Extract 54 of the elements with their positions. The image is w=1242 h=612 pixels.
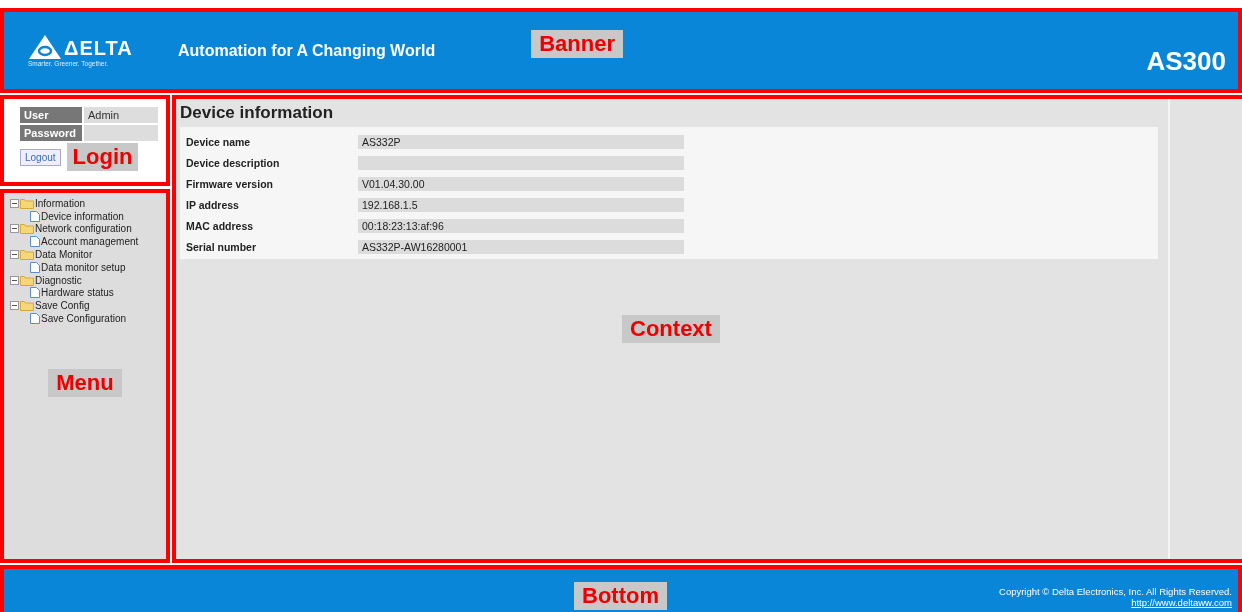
- input-field[interactable]: V01.04.30.00: [358, 176, 684, 191]
- field-label: MAC address: [186, 219, 255, 232]
- triangle-logo-icon: [28, 34, 62, 60]
- field-label: User: [20, 107, 82, 123]
- field-label: Firmware version: [186, 177, 274, 190]
- annotation-label: Banner: [531, 29, 623, 58]
- input-field[interactable]: AS332P: [358, 134, 684, 149]
- input-field[interactable]: [84, 125, 158, 141]
- logo-wordmark: ΔELTA: [64, 37, 133, 60]
- field-label: IP address: [186, 198, 240, 211]
- menu-item[interactable]: Data Monitor: [35, 249, 93, 261]
- website-link[interactable]: http://www.deltaww.com: [1131, 597, 1232, 608]
- document-icon: [30, 287, 40, 299]
- folder-icon: [20, 300, 34, 312]
- field-label: Device description: [186, 156, 281, 169]
- annotation-label: Context: [622, 315, 720, 343]
- input-field[interactable]: AS332P-AW16280001: [358, 239, 684, 254]
- document-icon: [30, 261, 40, 273]
- collapse-icon[interactable]: [10, 224, 19, 234]
- menu-item[interactable]: Information: [35, 197, 86, 209]
- annotation-label: Bottom: [574, 582, 667, 610]
- menu-item[interactable]: Network configuration: [35, 223, 132, 235]
- page-title: Device information: [180, 103, 335, 123]
- input-field[interactable]: 192.168.1.5: [358, 197, 684, 212]
- input-field[interactable]: [358, 155, 684, 170]
- document-icon: [30, 210, 40, 222]
- menu-item[interactable]: Account management: [41, 236, 139, 248]
- banner-slogan: Automation for A Changing World: [178, 41, 436, 60]
- field-label: Password: [20, 125, 82, 141]
- folder-icon: [20, 223, 34, 235]
- folder-icon: [20, 274, 34, 286]
- logout-button[interactable]: Logout: [20, 148, 61, 166]
- document-icon: [30, 313, 40, 325]
- menu-item[interactable]: Save Configuration: [41, 313, 127, 325]
- field-label: Device name: [186, 135, 252, 148]
- model-name: AS300: [1146, 46, 1226, 77]
- input-field[interactable]: 00:18:23:13:af:96: [358, 218, 684, 233]
- collapse-icon[interactable]: [10, 250, 19, 260]
- input-field[interactable]: Admin: [84, 107, 158, 123]
- field-label: Serial number: [186, 240, 258, 253]
- annotation-label: Login: [66, 143, 139, 171]
- document-icon: [30, 236, 40, 248]
- menu-item[interactable]: Diagnostic: [35, 274, 82, 286]
- menu-item[interactable]: Save Config: [35, 300, 90, 312]
- folder-icon: [20, 249, 34, 261]
- copyright-text: Copyright © Delta Electronics, Inc. All Rights Reserved.: [999, 586, 1232, 597]
- menu-item[interactable]: Hardware status: [41, 287, 114, 299]
- collapse-icon[interactable]: [10, 301, 19, 311]
- collapse-icon[interactable]: [10, 275, 19, 285]
- collapse-icon[interactable]: [10, 198, 19, 208]
- menu-item[interactable]: Device information: [41, 210, 124, 222]
- annotation-label: Menu: [48, 368, 122, 397]
- folder-icon: [20, 197, 34, 209]
- menu-item[interactable]: Data monitor setup: [41, 261, 126, 273]
